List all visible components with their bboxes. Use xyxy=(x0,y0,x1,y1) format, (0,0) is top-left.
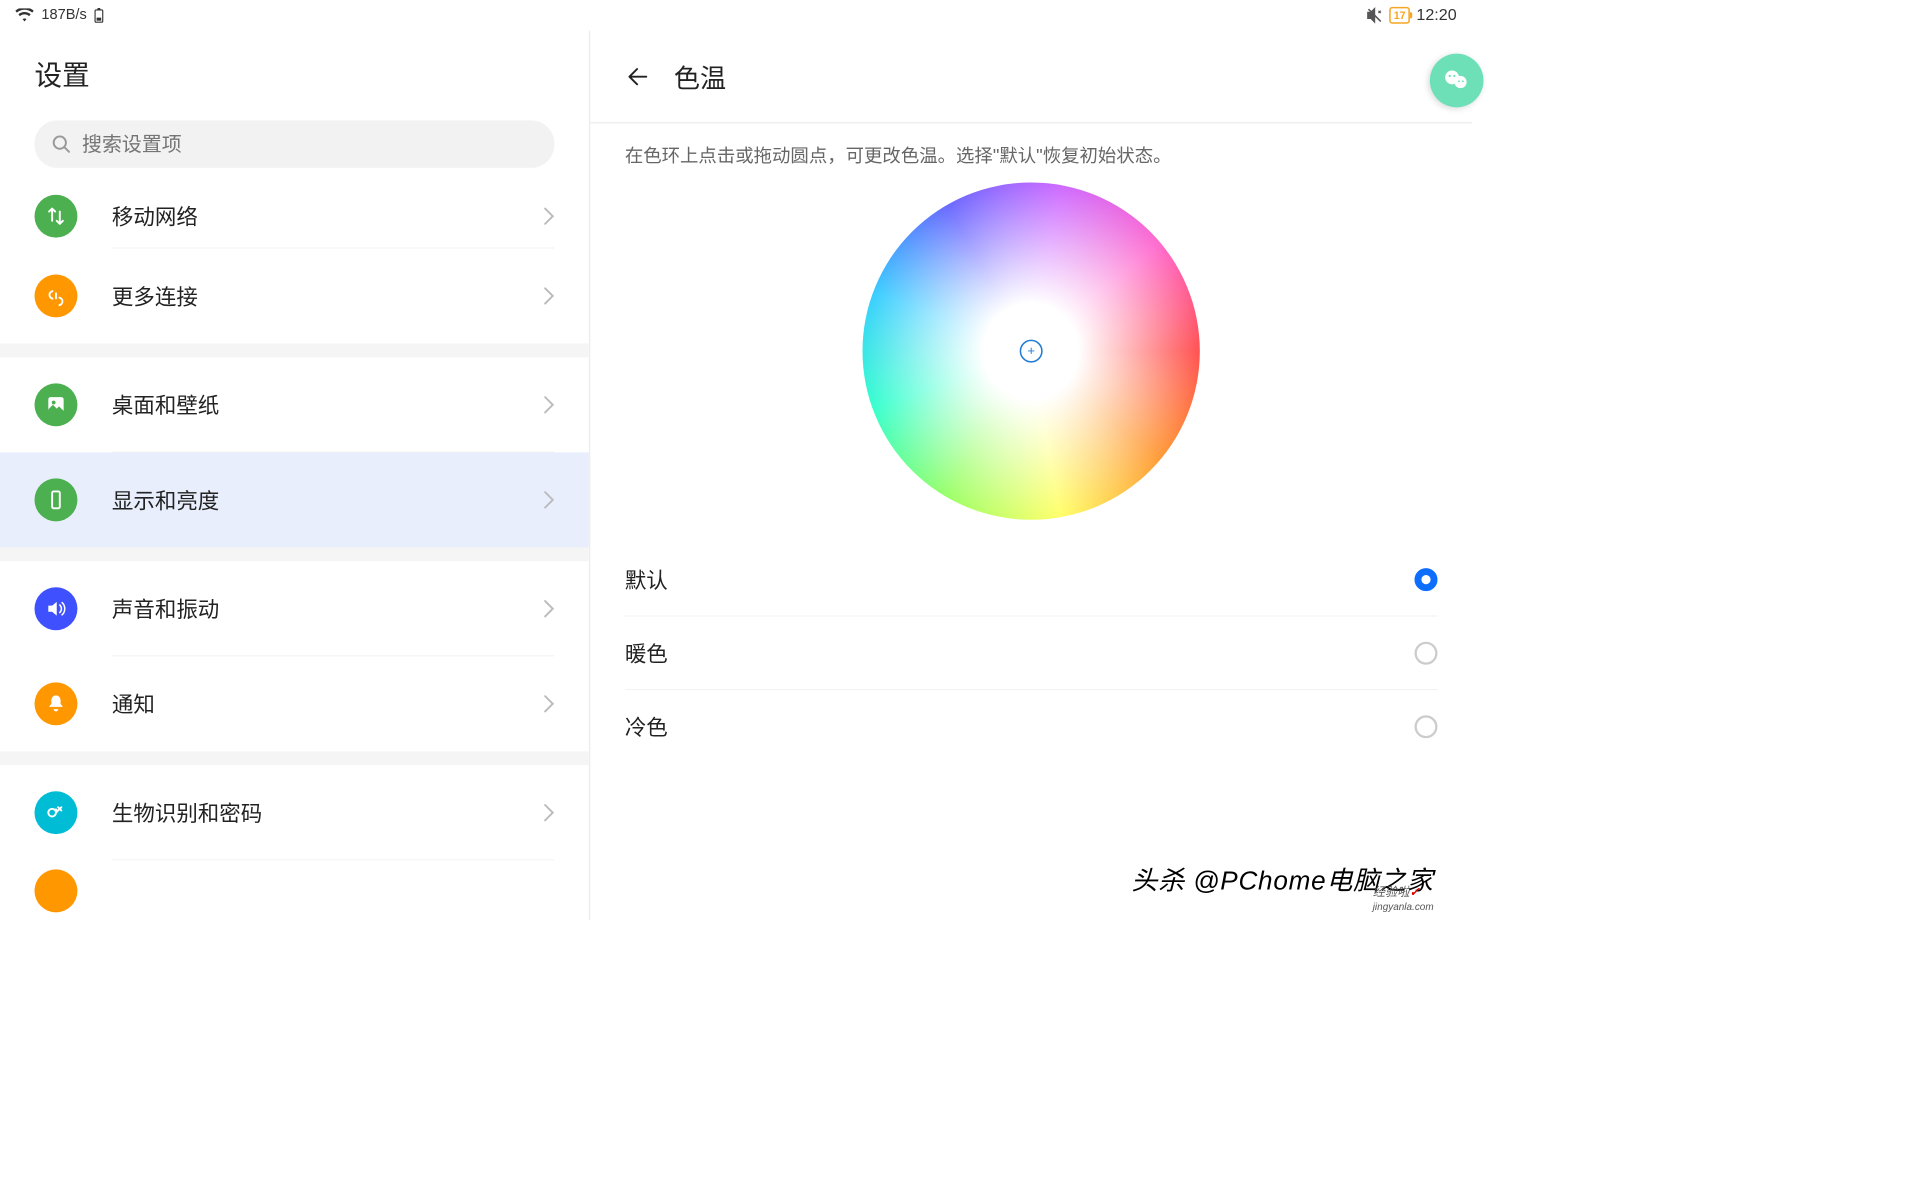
network-speed: 187B/s xyxy=(41,7,86,24)
sidebar-item-sound[interactable]: 声音和振动 xyxy=(0,561,589,656)
apps-icon xyxy=(35,869,78,912)
link-icon xyxy=(35,274,78,317)
wifi-icon xyxy=(15,8,33,22)
settings-sidebar: 设置 移动网络 更多连接 xyxy=(0,31,590,920)
radio-indicator xyxy=(1415,641,1438,664)
sidebar-item-partial[interactable] xyxy=(0,860,589,898)
sidebar-item-biometrics[interactable]: 生物识别和密码 xyxy=(0,765,589,860)
radio-option-cool[interactable]: 冷色 xyxy=(625,690,1438,764)
chevron-right-icon xyxy=(544,803,555,821)
battery-small-icon xyxy=(94,8,103,23)
page-title: 色温 xyxy=(674,58,726,96)
radio-indicator xyxy=(1415,715,1438,738)
search-input[interactable] xyxy=(82,132,537,156)
watermark-sub: 经验啦✓ jingyanla.com xyxy=(1373,882,1434,914)
radio-label: 冷色 xyxy=(625,711,668,742)
sidebar-item-label: 移动网络 xyxy=(112,200,544,231)
sidebar-item-label: 显示和亮度 xyxy=(112,485,544,516)
sidebar-item-display[interactable]: 显示和亮度 xyxy=(0,452,589,547)
sidebar-title: 设置 xyxy=(35,54,555,94)
radio-option-default[interactable]: 默认 xyxy=(625,543,1438,617)
radio-label: 暖色 xyxy=(625,637,668,668)
status-bar: 187B/s 17 12:20 xyxy=(0,0,1472,31)
back-button[interactable] xyxy=(625,62,653,90)
chevron-right-icon xyxy=(544,600,555,618)
bell-icon xyxy=(35,682,78,725)
chevron-right-icon xyxy=(544,396,555,414)
sidebar-item-label: 更多连接 xyxy=(112,281,544,312)
color-wheel[interactable]: + xyxy=(863,182,1200,519)
search-icon xyxy=(51,134,71,154)
chevron-right-icon xyxy=(544,207,555,225)
section-divider xyxy=(0,751,589,765)
sidebar-item-wallpaper[interactable]: 桌面和壁纸 xyxy=(0,357,589,452)
chevron-right-icon xyxy=(544,695,555,713)
search-box[interactable] xyxy=(35,120,555,168)
section-divider xyxy=(0,547,589,561)
chevron-right-icon xyxy=(544,491,555,509)
clock-time: 12:20 xyxy=(1416,6,1456,24)
mobile-network-icon xyxy=(35,194,78,237)
sidebar-item-more-connections[interactable]: 更多连接 xyxy=(0,248,589,343)
mute-icon xyxy=(1366,7,1383,24)
sidebar-item-label: 生物识别和密码 xyxy=(112,797,544,828)
wheel-handle[interactable]: + xyxy=(1020,340,1043,363)
sidebar-item-label: 声音和振动 xyxy=(112,593,544,624)
section-divider xyxy=(0,343,589,357)
battery-indicator: 17 xyxy=(1389,7,1410,24)
sound-icon xyxy=(35,587,78,630)
floating-chat-button[interactable] xyxy=(1430,54,1484,108)
main-panel: 色温 在色环上点击或拖动圆点，可更改色温。选择"默认"恢复初始状态。 + 默认 … xyxy=(590,31,1472,920)
radio-option-warm[interactable]: 暖色 xyxy=(625,616,1438,690)
key-icon xyxy=(35,791,78,834)
sidebar-item-mobile-network[interactable]: 移动网络 xyxy=(0,183,589,248)
radio-label: 默认 xyxy=(625,564,668,595)
radio-indicator xyxy=(1415,568,1438,591)
sidebar-item-label: 桌面和壁纸 xyxy=(112,389,544,420)
display-icon xyxy=(35,478,78,521)
wallpaper-icon xyxy=(35,383,78,426)
sidebar-item-notifications[interactable]: 通知 xyxy=(0,656,589,751)
chevron-right-icon xyxy=(544,287,555,305)
sidebar-item-label: 通知 xyxy=(112,688,544,719)
hint-text: 在色环上点击或拖动圆点，可更改色温。选择"默认"恢复初始状态。 xyxy=(625,140,1438,167)
